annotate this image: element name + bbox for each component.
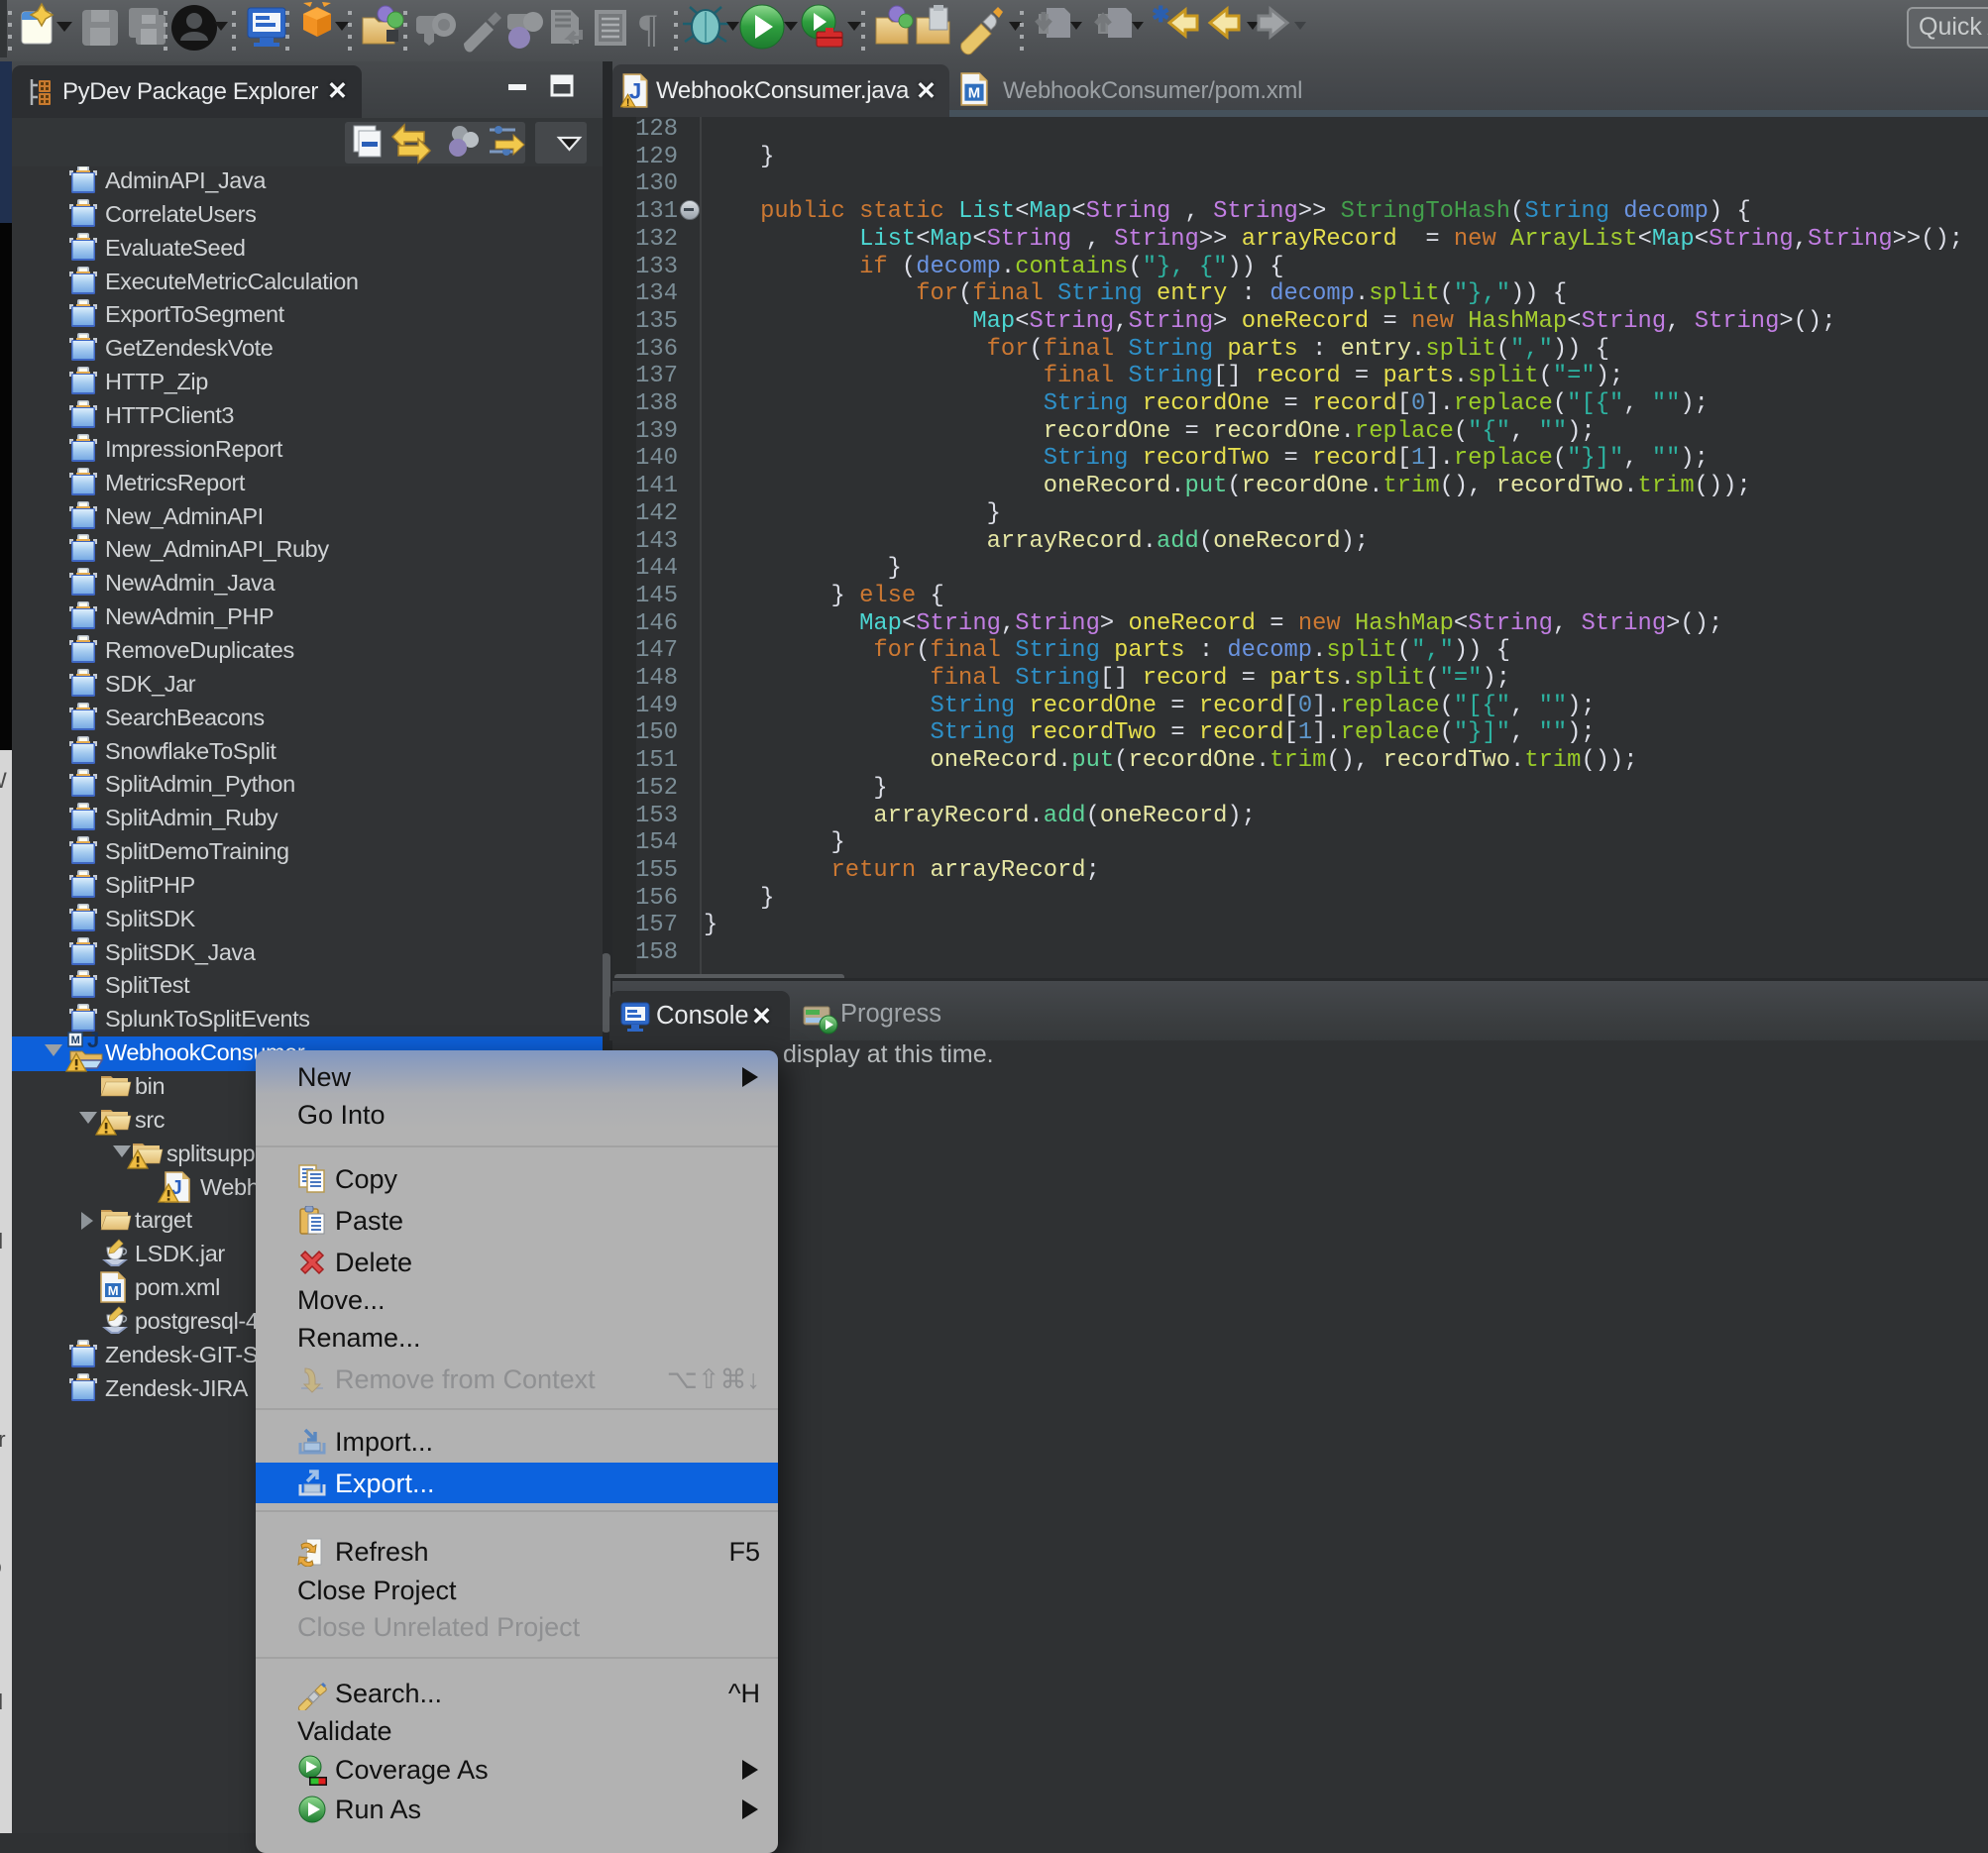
svg-text:M: M — [71, 1035, 80, 1046]
svg-text:✱: ✱ — [1152, 2, 1169, 27]
svg-text:!: ! — [626, 97, 630, 109]
svg-text:M: M — [968, 86, 980, 102]
svg-text:M: M — [108, 1283, 118, 1298]
svg-text:J: J — [87, 1032, 99, 1052]
svg-text:¶: ¶ — [639, 6, 657, 51]
